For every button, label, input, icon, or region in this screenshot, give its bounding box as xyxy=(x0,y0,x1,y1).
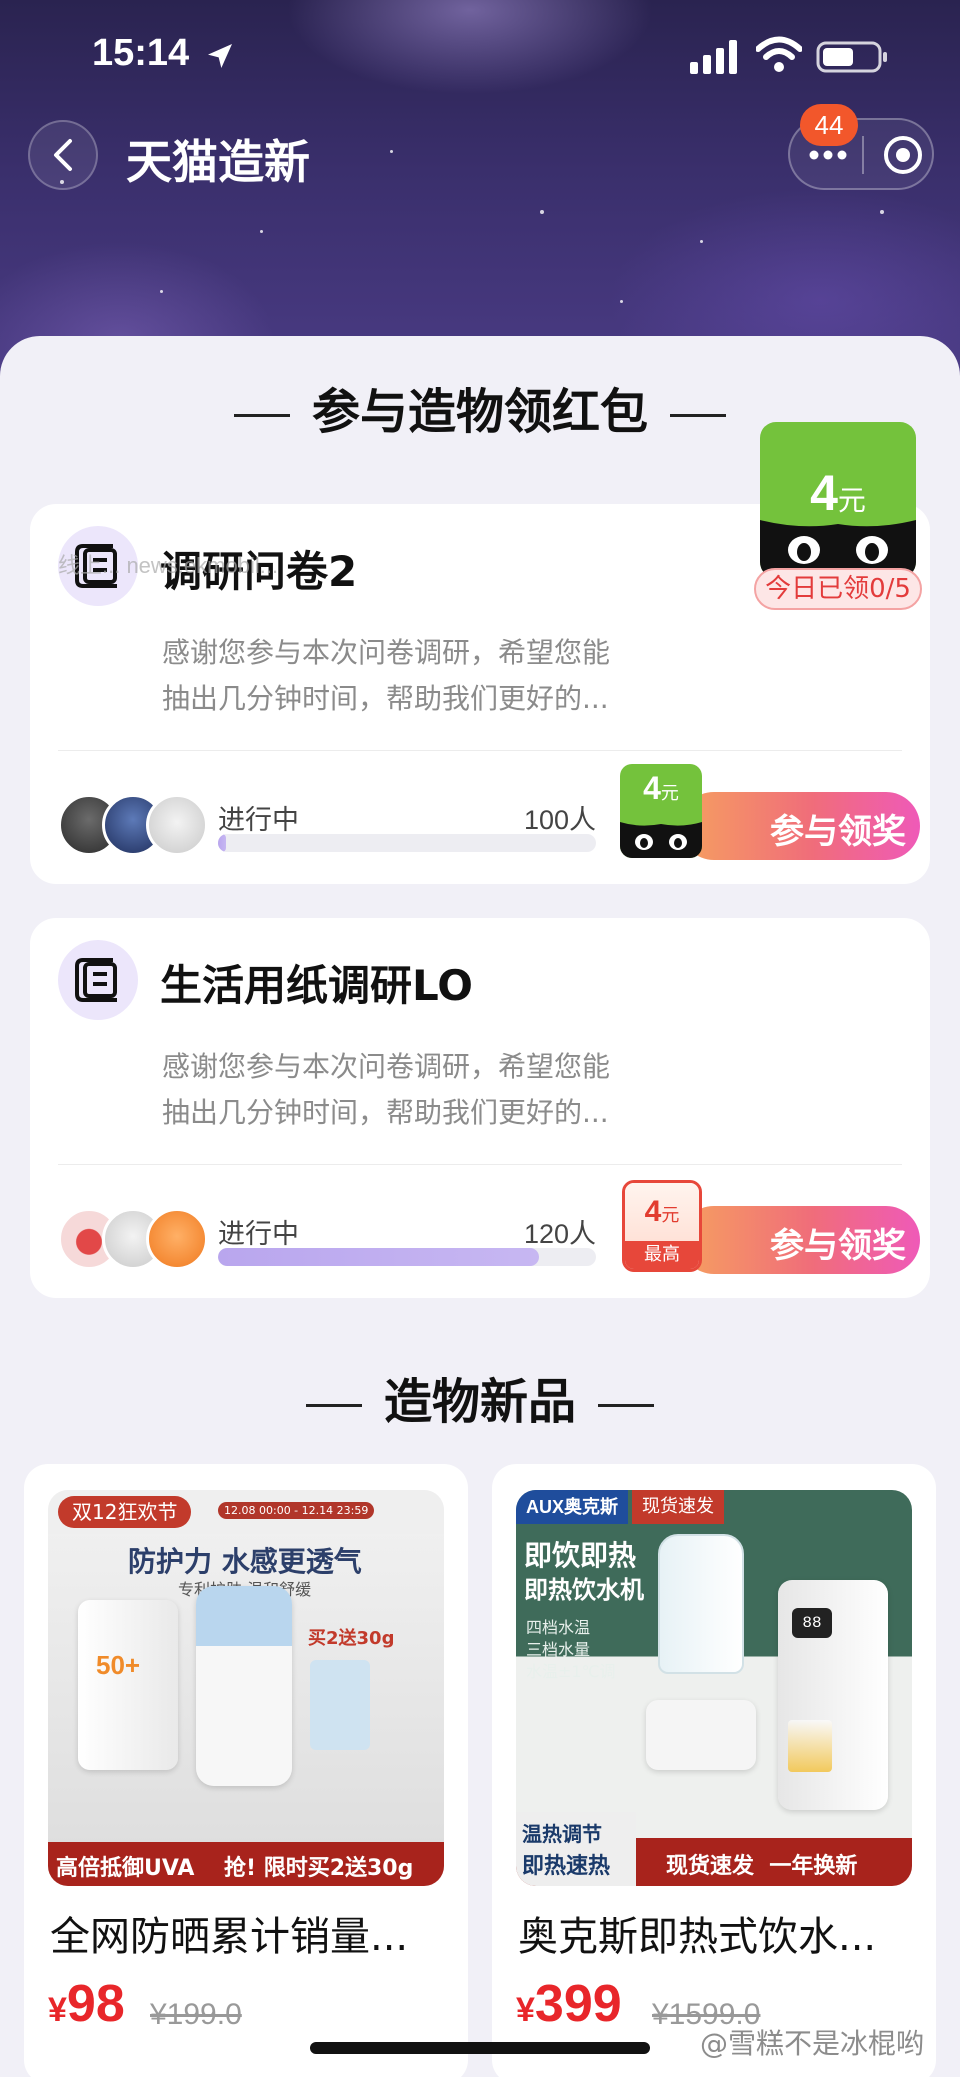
feature-item: 水温±1℃调 xyxy=(526,1662,616,1681)
participant-avatars xyxy=(58,794,218,858)
currency-symbol: ¥ xyxy=(516,1991,535,2029)
gift-image xyxy=(310,1660,370,1750)
capsule-divider xyxy=(862,136,864,174)
survey-desc-line1: 感谢您参与本次问卷调研，希望您能 xyxy=(162,636,611,669)
daily-claim-status: 今日已领0/5 xyxy=(754,568,922,610)
image-headline: 即热饮水机 xyxy=(524,1576,644,1604)
tea-cup xyxy=(788,1720,832,1772)
page-title: 天猫造新 xyxy=(126,135,310,189)
spf-label: 50+ xyxy=(96,1650,141,1680)
participant-count: 100人 xyxy=(523,805,596,835)
progress-status: 进行中 xyxy=(218,805,299,836)
chevron-left-icon xyxy=(54,139,72,171)
reward-caption: 最高 xyxy=(625,1241,699,1269)
avatar xyxy=(146,1208,208,1270)
brand-badge: AUX奥克斯 xyxy=(516,1490,629,1524)
price-value: 98 xyxy=(66,1975,125,2033)
product-price: ¥399 xyxy=(516,1974,622,2034)
section-title-text: 参与造物领红包 xyxy=(311,384,648,440)
product-name: 全网防晒累计销量... xyxy=(50,1914,409,1960)
dispenser-display: 88 xyxy=(792,1608,832,1638)
reward-amount: 4 xyxy=(644,1195,662,1228)
survey-description: 感谢您参与本次问卷调研，希望您能 抽出几分钟时间，帮助我们更好的... xyxy=(162,1044,682,1136)
promo-badge: 双12狂欢节 xyxy=(58,1496,192,1528)
dispenser-base xyxy=(646,1700,756,1770)
floating-reward-tag[interactable]: 4元 今日已领0/5 xyxy=(754,422,922,612)
sunscreen-bottle: 50+ xyxy=(78,1600,178,1770)
image-banner-right: 抢! 限时买2送30g xyxy=(224,1856,414,1881)
event-time: 12.08 00:00 - 12.14 23:59 xyxy=(218,1502,375,1519)
reward-card: 4元 xyxy=(760,422,916,578)
max-reward-tag: 4元 最高 xyxy=(622,1180,702,1272)
image-banner-left: 即热速热 xyxy=(522,1854,611,1879)
bottom-watermark: @雪糕不是冰棍哟 xyxy=(700,2027,925,2060)
image-banner-left: 温热调节 xyxy=(522,1822,602,1846)
feature-item: 四档水温 xyxy=(526,1618,591,1637)
survey-title: 生活用纸调研LO xyxy=(160,961,473,1010)
survey-card[interactable]: 生活用纸调研LO 感谢您参与本次问卷调研，希望您能 抽出几分钟时间，帮助我们更好… xyxy=(30,918,930,1298)
survey-scroll-icon xyxy=(58,940,138,1020)
currency-symbol: ¥ xyxy=(48,1991,67,2029)
gift-label: 买2送30g xyxy=(308,1628,395,1649)
avatar xyxy=(146,794,208,856)
reward-amount: 4 xyxy=(643,770,661,806)
image-banner-right: 现货速发 一年换新 xyxy=(666,1854,858,1879)
tmall-reward-tag: 4元 xyxy=(620,764,702,858)
progress-fill xyxy=(218,1248,540,1266)
sunscreen-tube xyxy=(196,1586,292,1786)
progress-bar xyxy=(218,1248,596,1266)
progress-status: 进行中 xyxy=(218,1219,299,1250)
image-banner-left: 高倍抵御UVA xyxy=(56,1856,195,1881)
title-line-left xyxy=(305,1403,362,1407)
product-image: 双12狂欢节 12.08 00:00 - 12.14 23:59 防护力 水感更… xyxy=(48,1490,444,1886)
product-price: ¥98 xyxy=(48,1974,125,2034)
title-line-left xyxy=(233,413,290,417)
image-headline: 防护力 水感更透气 xyxy=(128,1545,362,1578)
survey-desc-line1: 感谢您参与本次问卷调研，希望您能 xyxy=(162,1050,611,1083)
product-card[interactable]: 双12狂欢节 12.08 00:00 - 12.14 23:59 防护力 水感更… xyxy=(24,1464,468,2077)
divider xyxy=(58,1164,902,1165)
back-button[interactable] xyxy=(28,120,98,190)
claim-reward-label: 参与领奖 xyxy=(770,1226,906,1266)
battery-icon xyxy=(816,41,887,73)
divider xyxy=(58,750,902,751)
title-line-right xyxy=(670,413,726,417)
image-headline: 即饮即热 xyxy=(524,1539,637,1572)
claim-reward-button[interactable]: 参与领奖 xyxy=(680,792,920,860)
close-miniprogram-icon[interactable] xyxy=(882,134,924,176)
water-bottle xyxy=(658,1534,744,1674)
progress-fill xyxy=(218,834,226,852)
status-time: 15:14 xyxy=(92,32,190,74)
title-line-right xyxy=(598,1403,654,1407)
feature-item: 三档水量 xyxy=(526,1640,591,1659)
home-indicator[interactable] xyxy=(310,2042,650,2054)
product-name: 奥克斯即热式饮水... xyxy=(518,1914,877,1960)
product-card[interactable]: AUX奥克斯 现货速发 即饮即热 即热饮水机 四档水温 三档水量 水温±1℃调 … xyxy=(492,1464,936,2077)
wifi-icon xyxy=(756,36,802,72)
survey-description: 感谢您参与本次问卷调研，希望您能 抽出几分钟时间，帮助我们更好的... xyxy=(162,630,682,722)
reward-unit: 元 xyxy=(660,783,679,803)
ship-tag: 现货速发 xyxy=(632,1490,724,1524)
overlay-watermark: 线上... news.ekmobil... xyxy=(58,553,279,578)
claim-reward-label: 参与领奖 xyxy=(770,812,906,852)
reward-unit: 元 xyxy=(661,1205,680,1225)
original-price: ¥199.0 xyxy=(150,1998,242,2031)
status-bar: 15:14 xyxy=(0,0,960,110)
location-arrow-icon xyxy=(208,44,232,68)
water-dispenser: 88 xyxy=(778,1580,888,1810)
claim-reward-button[interactable]: 参与领奖 xyxy=(680,1206,920,1274)
section-title-text: 造物新品 xyxy=(383,1374,576,1430)
product-image: AUX奥克斯 现货速发 即饮即热 即热饮水机 四档水温 三档水量 水温±1℃调 … xyxy=(516,1490,912,1886)
participant-avatars xyxy=(58,1208,218,1272)
cellular-signal-icon xyxy=(690,40,737,74)
survey-desc-line2: 抽出几分钟时间，帮助我们更好的... xyxy=(162,1096,609,1129)
price-value: 399 xyxy=(534,1975,622,2033)
tmall-cat-icon xyxy=(620,822,702,858)
section-title-products: 造物新品 xyxy=(0,1362,960,1432)
notification-badge: 44 xyxy=(800,104,858,146)
progress-bar xyxy=(218,834,596,852)
survey-desc-line2: 抽出几分钟时间，帮助我们更好的... xyxy=(162,682,609,715)
participant-count: 120人 xyxy=(523,1219,596,1249)
